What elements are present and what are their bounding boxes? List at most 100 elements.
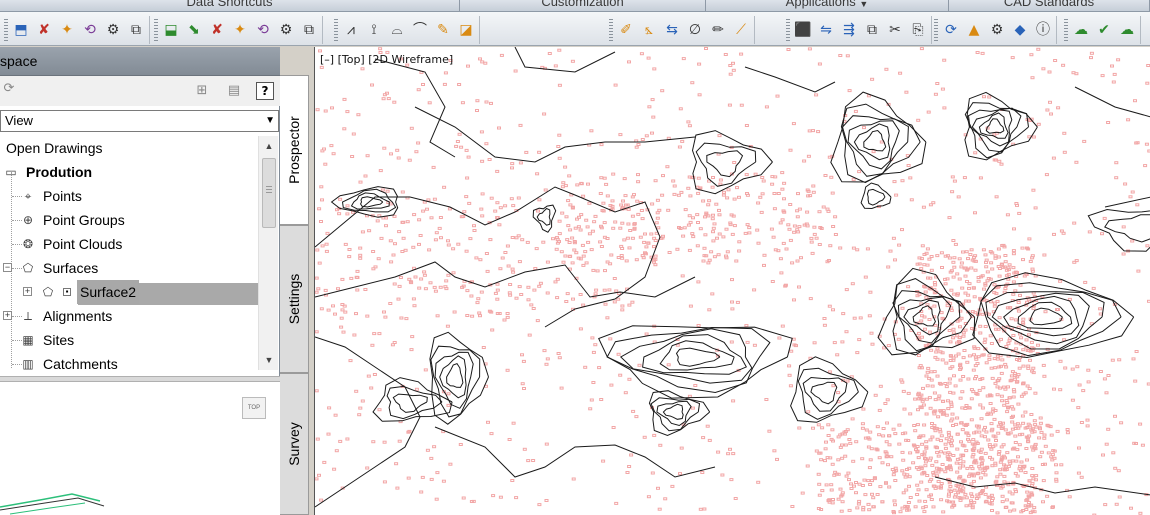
toolbar-group-5: ⬛ ⇋ ⇶ ⧉ ✂ ⎘ [782, 16, 932, 44]
tree-item-points[interactable]: ⌖ Points [20, 184, 82, 208]
survey-query-icon[interactable]: ⬓ [161, 19, 181, 41]
item-view-icon[interactable]: ⊞ [193, 82, 211, 100]
tree-item-prodution[interactable]: ▭ Prodution [3, 160, 92, 184]
survey-network-icon[interactable]: ⟲ [253, 19, 273, 41]
paint-icon[interactable]: ✏ [708, 19, 728, 41]
brush-icon[interactable]: ⟋ [731, 19, 751, 41]
info-icon[interactable]: ⓘ [1033, 19, 1053, 41]
dropdown-arrow-icon[interactable]: ▼ [859, 0, 868, 9]
swap-arrows-icon[interactable]: ⇆ [662, 19, 682, 41]
survey-import-icon[interactable]: ⬊ [184, 19, 204, 41]
scroll-thumb[interactable] [262, 158, 276, 228]
tree-item-label: Surface2 [77, 280, 140, 304]
point-groups-icon: ⊕ [22, 213, 34, 227]
toolbar-grip[interactable] [1064, 19, 1068, 41]
ribbon-panel-cad-standards[interactable]: CAD Standards [949, 0, 1150, 12]
sites-icon: ▦ [22, 333, 34, 347]
tree-item-point-clouds[interactable]: ❂ Point Clouds [20, 232, 122, 256]
points-icon: ⌖ [24, 189, 32, 203]
survey-delete-icon[interactable]: ✘ [207, 19, 227, 41]
surface-preview [0, 493, 105, 515]
insert-block-icon[interactable]: ⬛ [793, 19, 813, 41]
viewport-controls-label[interactable]: [–] [Top] [2D Wireframe] [320, 53, 453, 66]
toolbar-grip[interactable] [934, 19, 938, 41]
ruler-icon[interactable]: ⦩ [639, 19, 659, 41]
palette-title-bar[interactable]: space [0, 47, 280, 76]
toolbar-grip[interactable] [154, 19, 158, 41]
paste-icon[interactable]: ⎘ [908, 19, 928, 41]
survey-reference-icon[interactable]: ⧉ [299, 19, 319, 41]
tree-scrollbar[interactable]: ▲ ▼ [258, 136, 278, 370]
cut-icon[interactable]: ✂ [885, 19, 905, 41]
tab-settings[interactable]: Settings [280, 225, 309, 373]
ribbon-panel-data-shortcuts[interactable]: Data Shortcuts [0, 0, 460, 12]
html-export-icon[interactable]: ⇶ [839, 19, 859, 41]
viewcube-top-chip[interactable]: TOP [242, 397, 266, 419]
tab-prospector[interactable]: Prospector [280, 75, 309, 225]
open-drawing-icon[interactable]: ⬒ [11, 19, 31, 41]
data-reference-icon[interactable]: ⧉ [126, 19, 146, 41]
ribbon-panel-applications[interactable]: Applications ▼ [706, 0, 949, 12]
contour-drawing[interactable] [315, 47, 1150, 515]
cloud-upload-icon[interactable]: ☁ [1071, 19, 1091, 41]
panel-view-icon[interactable]: ▤ [225, 82, 243, 100]
expand-icon[interactable]: + [23, 287, 32, 296]
checkmark-icon[interactable]: ✔ [1094, 19, 1114, 41]
cloud-icon[interactable]: ☁ [1117, 19, 1137, 41]
tree-item-open-drawings[interactable]: Open Drawings [6, 136, 103, 160]
sketch-tool-icon[interactable]: ⟟ [364, 19, 384, 41]
base-line-icon[interactable]: ⌓ [387, 19, 407, 41]
toolbar-grip[interactable] [786, 19, 790, 41]
sketch-edit-icon[interactable]: ✎ [433, 19, 453, 41]
toolbar-grip[interactable] [4, 19, 8, 41]
refresh-icon[interactable]: ⟳ [0, 80, 18, 98]
tree-item-label: Catchments [43, 356, 118, 370]
survey-new-icon[interactable]: ✦ [230, 19, 250, 41]
refresh-icon[interactable]: ⟳ [941, 19, 961, 41]
tab-survey[interactable]: Survey [280, 373, 309, 515]
toolbar-group-4: ✐ ⦩ ⇆ ∅ ✏ ⟋ [605, 16, 755, 44]
sketch-shape-icon[interactable]: ◪ [456, 19, 476, 41]
scroll-up-icon[interactable]: ▲ [259, 138, 279, 154]
help-button[interactable]: ? [256, 82, 274, 100]
ribbon-panel-customization[interactable]: Customization [460, 0, 706, 12]
alignments-icon: ⟂ [23, 309, 32, 323]
ribbon-panel-titles: Data Shortcuts Customization Application… [0, 0, 1150, 12]
check-standards-icon[interactable]: ⚙ [987, 19, 1007, 41]
toolbar-grip[interactable] [609, 19, 613, 41]
scroll-down-icon[interactable]: ▼ [259, 352, 279, 368]
tree-item-sites[interactable]: ▦ Sites [20, 328, 74, 352]
layer-translate-icon[interactable]: ◆ [1010, 19, 1030, 41]
drawing-viewport[interactable]: [–] [Top] [2D Wireframe] [314, 47, 1150, 515]
tree-item-point-groups[interactable]: ⊕ Point Groups [20, 208, 125, 232]
drawing-icon: ▭ [5, 165, 17, 179]
pencil-new-icon[interactable]: ✐ [616, 19, 636, 41]
tree-item-alignments[interactable]: ⟂ Alignments [20, 304, 112, 328]
tab-label: Prospector [286, 116, 302, 184]
expand-icon[interactable]: + [3, 311, 12, 320]
ribbon-panel-title: CAD Standards [1003, 0, 1095, 9]
copy-sheet-icon[interactable]: ⧉ [862, 19, 882, 41]
sketch-line-icon[interactable]: ⩘ [341, 19, 361, 41]
toolbar-grip[interactable] [334, 19, 338, 41]
chevron-down-icon: ▼ [265, 115, 275, 126]
tree-item-label: Open Drawings [6, 140, 103, 156]
tree-item-surfaces[interactable]: ⬠ Surfaces [20, 256, 98, 280]
tree-item-label: Point Groups [43, 212, 125, 228]
view-selector[interactable]: View ▼ [0, 110, 279, 132]
collapse-icon[interactable]: − [3, 263, 12, 272]
data-shortcut-new-icon[interactable]: ✦ [57, 19, 77, 41]
tree-item-surface2[interactable]: ⬠ ▪ Surface2 [40, 280, 140, 304]
toolbar-group-3: ⩘ ⟟ ⌓ ⌒ ✎ ◪ [330, 16, 480, 44]
surface-tool-icon[interactable]: ⌒ [410, 19, 430, 41]
palette-title: space [0, 53, 38, 69]
survey-settings-icon[interactable]: ⚙ [276, 19, 296, 41]
pipe-link-icon[interactable]: ∅ [685, 19, 705, 41]
data-shortcut-delete-icon[interactable]: ✘ [34, 19, 54, 41]
tree-item-label: Alignments [43, 308, 113, 324]
project-settings-icon[interactable]: ⚙ [103, 19, 123, 41]
warning-icon[interactable]: ▲ [964, 19, 984, 41]
compare-arrows-icon[interactable]: ⇋ [816, 19, 836, 41]
tree-item-catchments[interactable]: ▥ Catchments [20, 352, 118, 370]
sync-reference-icon[interactable]: ⟲ [80, 19, 100, 41]
